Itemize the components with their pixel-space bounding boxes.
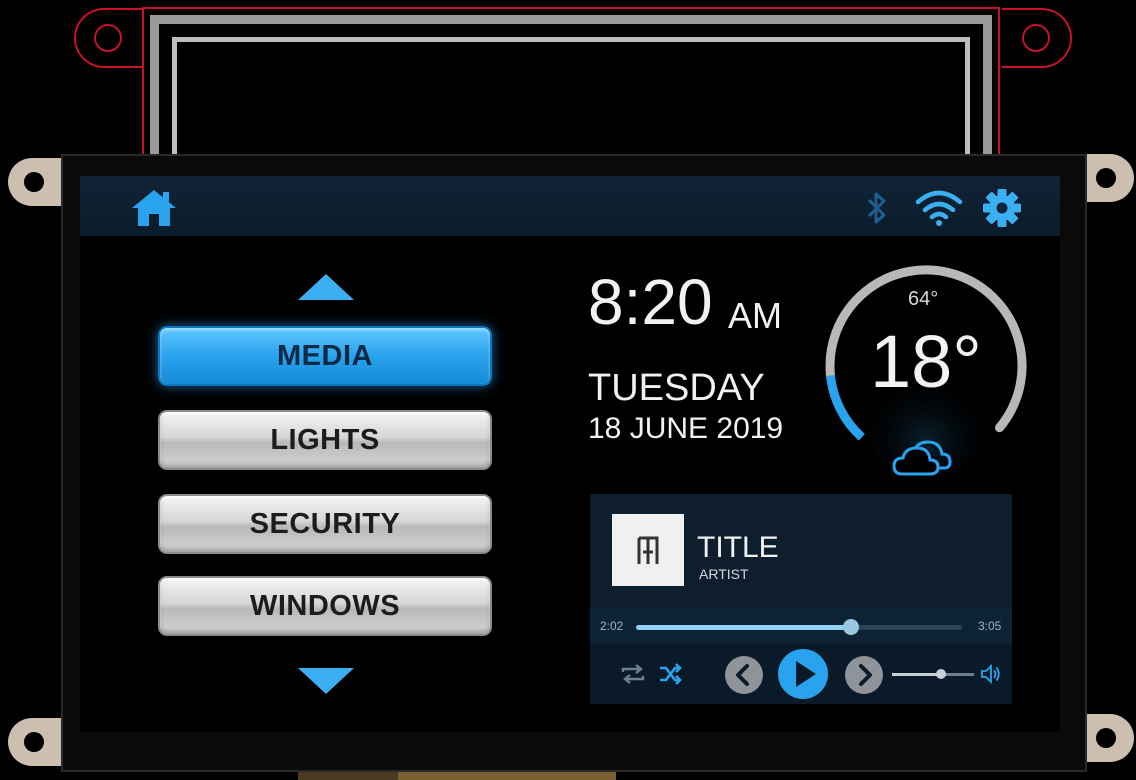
- controls-row: [590, 644, 1012, 704]
- mount-tab-left-top: [8, 158, 64, 206]
- repeat-icon[interactable]: [620, 663, 646, 685]
- progress-fill: [636, 625, 852, 630]
- menu-button-lights[interactable]: LIGHTS: [158, 410, 492, 470]
- next-button[interactable]: [844, 655, 884, 695]
- volume-handle[interactable]: [936, 669, 947, 679]
- progress-row: 2:02 3:05: [590, 608, 1012, 644]
- bluetooth-icon[interactable]: [864, 190, 890, 226]
- volume-fill: [892, 673, 942, 676]
- album-logo-icon: [637, 536, 659, 564]
- clock-ampm: AM: [728, 295, 782, 336]
- play-button[interactable]: [777, 648, 829, 700]
- album-art[interactable]: [612, 514, 684, 586]
- scroll-up-arrow[interactable]: [296, 272, 356, 302]
- bezel-inner-frame: [172, 37, 970, 157]
- shuffle-icon[interactable]: [658, 663, 684, 685]
- total-time: 3:05: [978, 619, 1002, 633]
- track-title: TITLE: [697, 531, 779, 564]
- volume-slider[interactable]: [892, 669, 974, 679]
- wifi-icon[interactable]: [914, 188, 964, 228]
- home-icon[interactable]: [130, 188, 178, 228]
- gear-icon[interactable]: [982, 188, 1022, 228]
- elapsed-time: 2:02: [600, 619, 624, 633]
- track-artist: ARTIST: [699, 566, 749, 582]
- menu-button-media[interactable]: MEDIA: [158, 326, 492, 386]
- clock-time: 8:20: [588, 266, 713, 338]
- clock-date: 18 JUNE 2019: [588, 412, 784, 445]
- mount-ear-left: [74, 8, 144, 68]
- status-bar: [80, 176, 1060, 236]
- menu-button-security[interactable]: SECURITY: [158, 494, 492, 554]
- media-player: TITLE ARTIST 2:02 3:05: [590, 494, 1012, 704]
- clock-day: TUESDAY: [588, 367, 765, 409]
- temperature-current: 18°: [870, 320, 982, 403]
- mount-tab-left-bottom: [8, 718, 64, 766]
- progress-bar[interactable]: [636, 619, 962, 635]
- scroll-down-arrow[interactable]: [296, 666, 356, 696]
- progress-handle[interactable]: [843, 619, 860, 635]
- previous-button[interactable]: [724, 655, 764, 695]
- cloud-icon: [892, 440, 952, 476]
- speaker-icon[interactable]: [980, 663, 1002, 685]
- menu-button-windows[interactable]: WINDOWS: [158, 576, 492, 636]
- temperature-high: 64°: [908, 288, 939, 310]
- screen: MEDIA LIGHTS SECURITY WINDOWS 8:20 AM TU…: [80, 176, 1060, 732]
- mount-ear-right: [1002, 8, 1072, 68]
